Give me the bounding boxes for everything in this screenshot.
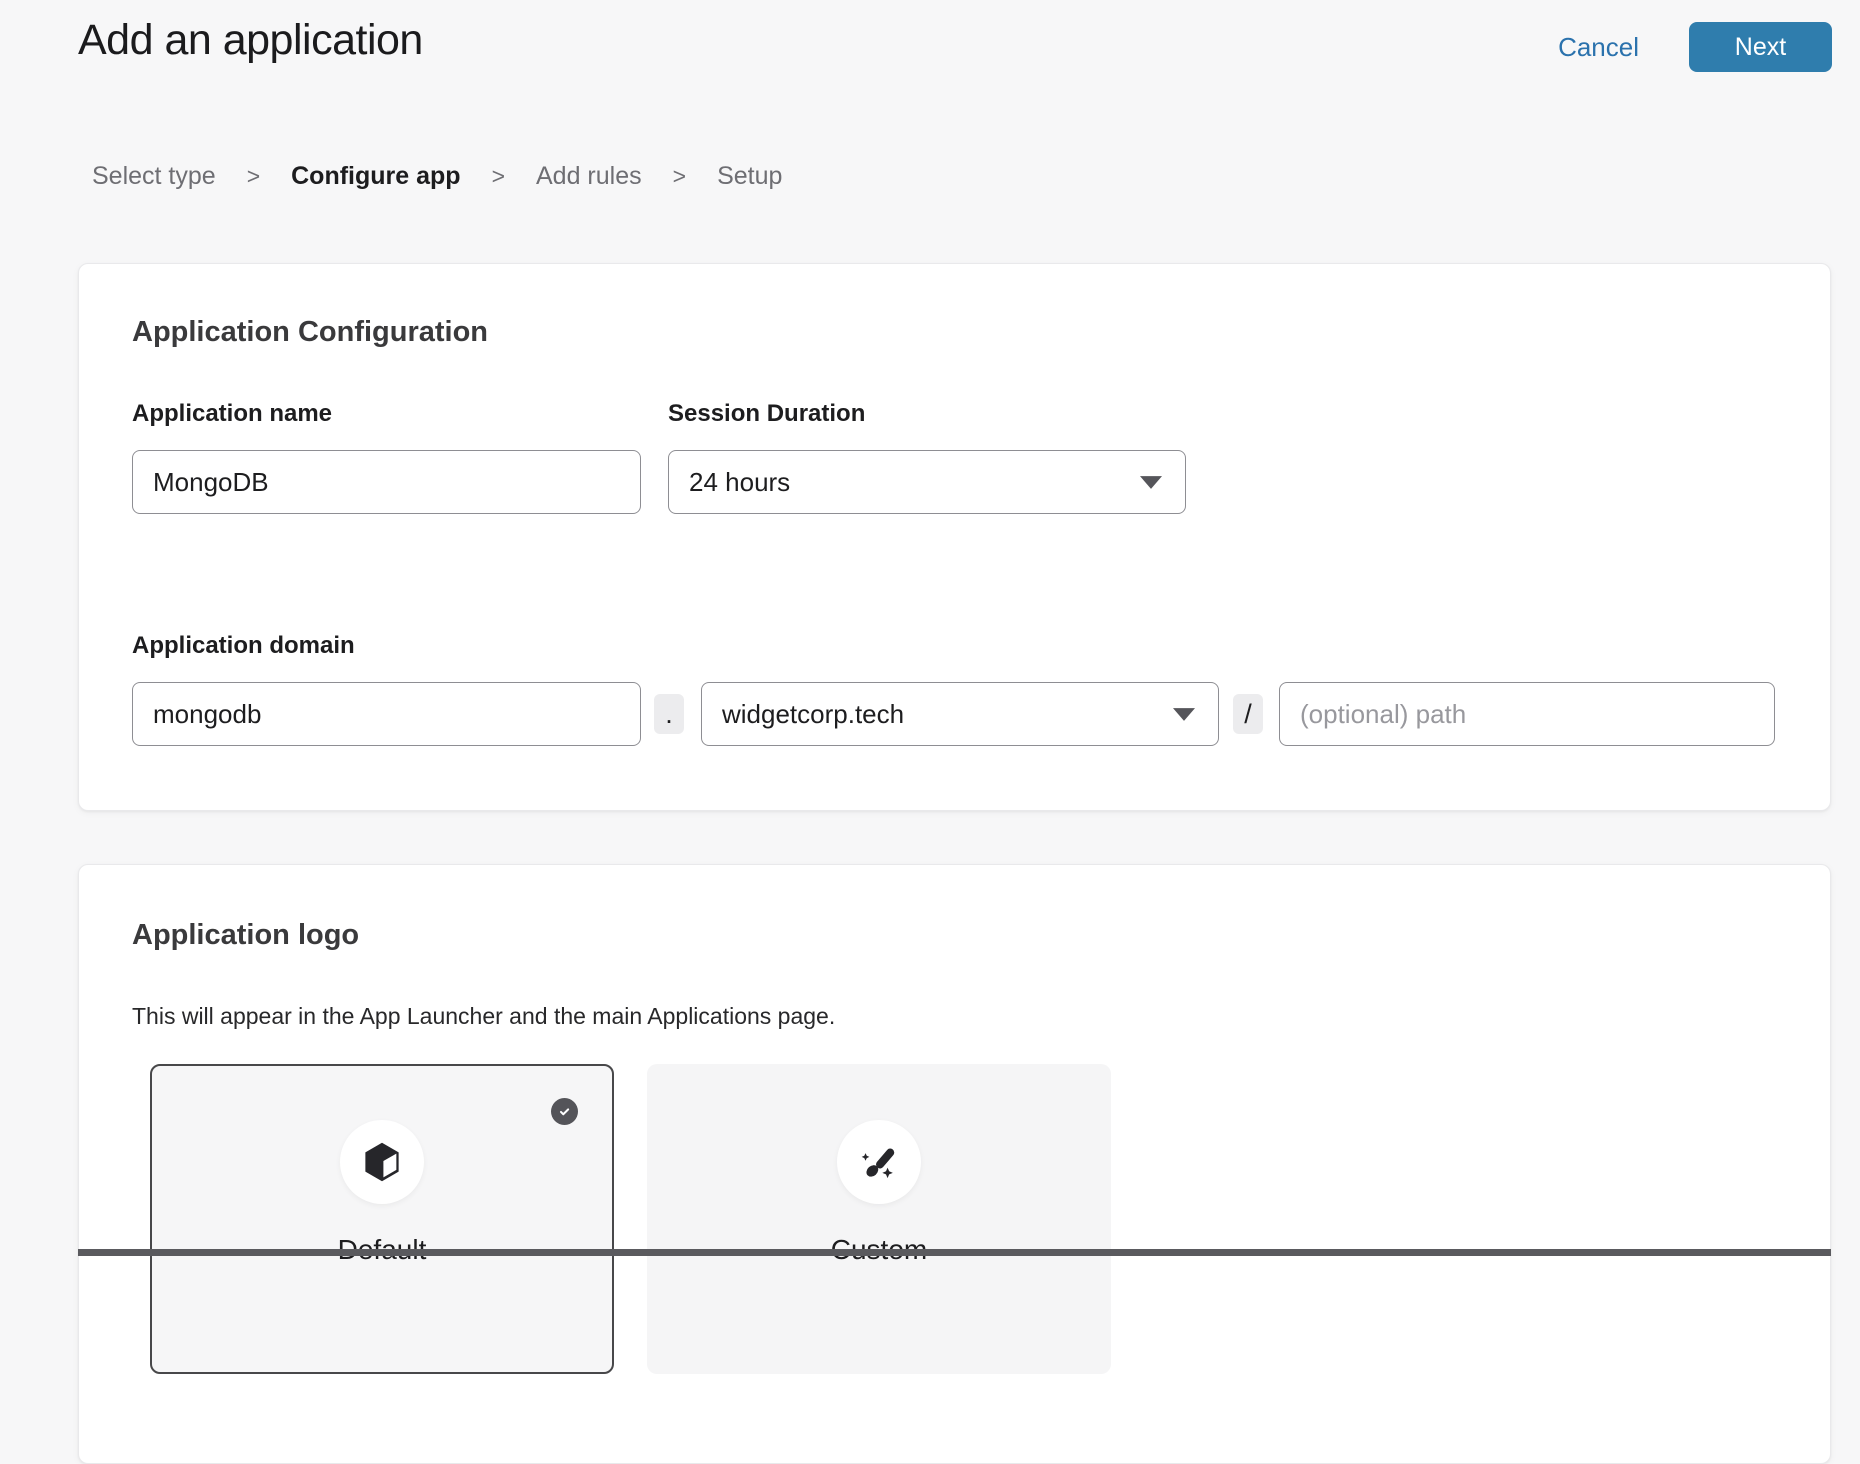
application-name-input[interactable] (132, 450, 641, 514)
session-duration-select[interactable]: 24 hours (668, 450, 1186, 514)
application-logo-card: Application logo This will appear in the… (78, 864, 1831, 1464)
page-title: Add an application (78, 16, 423, 65)
cube-icon (361, 1141, 403, 1183)
logo-options: Default Custom (150, 1064, 1111, 1374)
application-configuration-card: Application Configuration Application na… (78, 263, 1831, 811)
subdomain-input[interactable] (132, 682, 641, 746)
next-button[interactable]: Next (1689, 22, 1832, 72)
logo-option-default[interactable]: Default (150, 1064, 614, 1374)
domain-select-value: widgetcorp.tech (722, 699, 904, 730)
step-add-rules[interactable]: Add rules (536, 162, 642, 191)
step-setup[interactable]: Setup (717, 162, 782, 191)
step-configure-app[interactable]: Configure app (291, 162, 460, 191)
chevron-down-icon (1140, 476, 1162, 489)
checkmark-icon (551, 1098, 578, 1125)
step-select-type[interactable]: Select type (92, 162, 216, 191)
section-title-application-configuration: Application Configuration (132, 316, 488, 349)
add-application-page: Add an application Cancel Next Select ty… (0, 0, 1860, 1256)
logo-option-custom[interactable]: Custom (647, 1064, 1111, 1374)
chevron-down-icon (1173, 708, 1195, 721)
session-duration-label: Session Duration (668, 400, 865, 428)
cancel-button[interactable]: Cancel (1558, 32, 1639, 63)
application-domain-label: Application domain (132, 632, 355, 660)
dot-separator: . (654, 694, 684, 734)
section-title-application-logo: Application logo (132, 919, 359, 952)
paintbrush-icon (858, 1141, 900, 1183)
application-name-label: Application name (132, 400, 332, 428)
breadcrumb-separator: > (492, 163, 505, 190)
slash-separator: / (1233, 694, 1263, 734)
session-duration-value: 24 hours (689, 467, 790, 498)
custom-logo-circle (837, 1120, 921, 1204)
breadcrumb: Select type > Configure app > Add rules … (92, 162, 782, 191)
bottom-edge-bar (78, 1249, 1831, 1256)
path-input[interactable] (1279, 682, 1775, 746)
header-actions: Cancel Next (1558, 22, 1832, 72)
logo-description: This will appear in the App Launcher and… (132, 1003, 835, 1030)
default-logo-circle (340, 1120, 424, 1204)
application-domain-row: . widgetcorp.tech / (132, 682, 1775, 746)
breadcrumb-separator: > (673, 163, 686, 190)
domain-select[interactable]: widgetcorp.tech (701, 682, 1219, 746)
breadcrumb-separator: > (247, 163, 260, 190)
